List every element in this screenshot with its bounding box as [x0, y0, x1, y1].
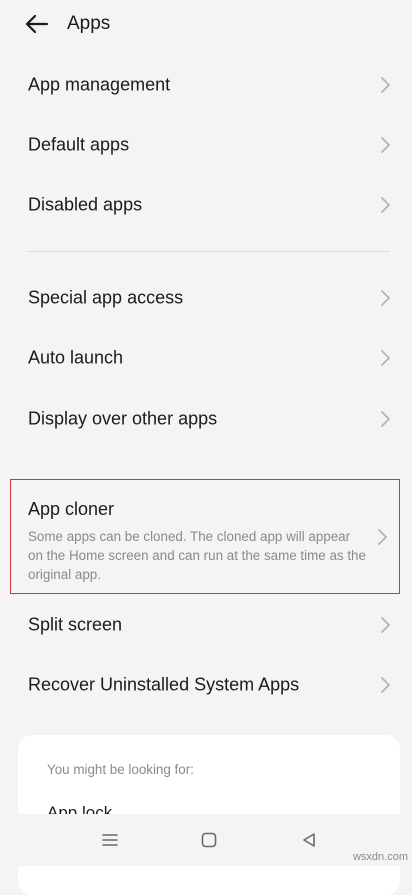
menu-item-label: Special app access	[28, 287, 184, 308]
chevron-right-icon	[381, 350, 390, 366]
chevron-right-icon	[381, 197, 390, 213]
app-cloner-title: App cloner	[28, 499, 115, 519]
app-cloner-description: Some apps can be cloned. The cloned app …	[28, 529, 366, 582]
recents-button[interactable]	[97, 828, 123, 852]
chevron-right-icon	[378, 528, 387, 545]
suggestions-heading: You might be looking for:	[47, 762, 194, 777]
home-icon	[201, 832, 217, 848]
system-navigation-bar: wsxdn.com	[0, 814, 412, 866]
chevron-right-icon	[381, 137, 390, 153]
chevron-right-icon	[381, 677, 390, 693]
menu-icon	[102, 834, 118, 846]
menu-item-app-management[interactable]: App management	[0, 55, 412, 115]
section-divider	[28, 251, 390, 252]
chevron-right-icon	[381, 411, 390, 427]
page-title: Apps	[67, 13, 111, 34]
back-triangle-icon	[303, 833, 315, 847]
app-bar: Apps	[0, 0, 412, 50]
menu-item-disabled-apps[interactable]: Disabled apps	[0, 175, 412, 235]
menu-item-label: Auto launch	[28, 347, 124, 368]
menu-item-label: Disabled apps	[28, 194, 143, 215]
home-button[interactable]	[196, 828, 222, 852]
arrow-left-icon	[25, 14, 49, 34]
back-button[interactable]	[20, 9, 54, 39]
menu-item-auto-launch[interactable]: Auto launch	[0, 328, 412, 388]
chevron-right-icon	[381, 617, 390, 633]
menu-item-split-screen[interactable]: Split screen	[0, 595, 412, 655]
menu-item-label: Split screen	[28, 614, 123, 635]
menu-item-label: Display over other apps	[28, 408, 218, 429]
menu-item-display-over-other-apps[interactable]: Display over other apps	[0, 389, 412, 449]
watermark-text: wsxdn.com	[352, 851, 408, 863]
menu-item-label: Recover Uninstalled System Apps	[28, 674, 300, 695]
back-nav-button[interactable]	[296, 828, 322, 852]
menu-item-label: Default apps	[28, 134, 130, 155]
chevron-right-icon	[381, 290, 390, 306]
menu-item-special-app-access[interactable]: Special app access	[0, 268, 412, 328]
menu-item-app-cloner[interactable]: App cloner Some apps can be cloned. The …	[10, 479, 400, 594]
menu-item-default-apps[interactable]: Default apps	[0, 115, 412, 175]
menu-item-label: App management	[28, 74, 171, 95]
menu-item-recover-uninstalled-system-apps[interactable]: Recover Uninstalled System Apps	[0, 655, 412, 715]
chevron-right-icon	[381, 77, 390, 93]
